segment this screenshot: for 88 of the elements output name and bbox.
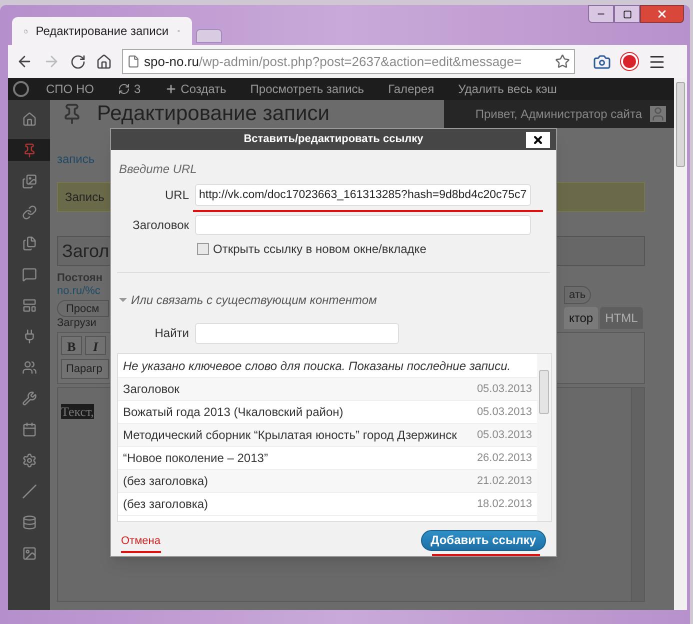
link-icon xyxy=(22,204,36,220)
section-label: Введите URL xyxy=(119,161,198,178)
pages-icon xyxy=(22,236,36,250)
result-date: 05.03.2013 xyxy=(476,428,532,443)
close-button[interactable] xyxy=(640,5,684,23)
search-field[interactable] xyxy=(195,322,399,344)
result-row[interactable]: (без заголовка) 21.02.2013 xyxy=(118,470,537,493)
close-button[interactable] xyxy=(526,132,550,148)
cancel-link[interactable]: Отмена xyxy=(121,532,161,550)
star-icon[interactable] xyxy=(555,54,570,69)
format-button[interactable]: B xyxy=(61,336,82,355)
back-arrow-icon[interactable] xyxy=(16,53,33,70)
result-date: 18.02.2013 xyxy=(476,496,532,512)
upload-label: Загрузи xyxy=(57,317,98,329)
page-heading: Редактирование записи xyxy=(97,101,330,128)
result-title: “Новое поколение – 2013” xyxy=(123,450,268,467)
checkbox[interactable] xyxy=(197,242,209,255)
stop-sign-icon[interactable] xyxy=(621,53,638,70)
page-scrollbar[interactable] xyxy=(674,78,687,610)
sidebar-item[interactable] xyxy=(8,139,50,161)
notice-text: Запись xyxy=(65,189,104,206)
admin-bar-link[interactable]: Просмотреть запись xyxy=(238,78,376,100)
plus-icon xyxy=(164,83,177,95)
close-icon xyxy=(656,8,668,20)
address-text: spo-no.ru/wp-admin/post.php?post=2637&action=edit&message= xyxy=(144,52,522,71)
update-button[interactable]: ать xyxy=(564,286,591,304)
url-field[interactable]: http://vk.com/doc17023663_161313285?hash=9d8bd4c20c75c7 xyxy=(195,184,531,206)
search-label: Найти xyxy=(154,325,189,342)
add-link-button[interactable]: Добавить ссылку xyxy=(420,530,546,551)
result-row[interactable]: Методический сборник “Крылатая юность” город Дзержинск 05.03.2013 xyxy=(118,424,537,447)
refresh-icon xyxy=(118,83,130,95)
annotation-underline xyxy=(121,551,161,554)
speech-bubble-icon xyxy=(22,266,36,282)
admin-bar-link[interactable]: Удалить весь кэш xyxy=(446,78,569,100)
result-title: (без заголовка) xyxy=(123,472,208,490)
result-date: 26.02.2013 xyxy=(476,450,532,466)
browser-tab[interactable]: Редактирование записи xyxy=(12,17,192,45)
calendar-icon xyxy=(22,422,36,436)
updates-button[interactable]: 3 xyxy=(106,78,153,100)
database-icon xyxy=(22,514,36,530)
dialog-title: Вставить/редактировать ссылку xyxy=(244,132,424,148)
home-icon xyxy=(22,112,36,126)
maximize-button[interactable] xyxy=(614,5,640,23)
result-title: Вожатый года 2013 (Чкаловский район) xyxy=(123,404,344,421)
image-icon xyxy=(22,546,36,560)
existing-content-toggle[interactable]: Или связать с существующим контентом xyxy=(119,290,377,309)
title-field[interactable] xyxy=(195,214,531,235)
new-tab-button[interactable] xyxy=(196,29,222,43)
slash-icon xyxy=(22,484,36,498)
layout-icon xyxy=(22,298,36,312)
pushpin-icon xyxy=(22,142,36,158)
editor-tab[interactable]: ктор xyxy=(564,307,598,329)
close-icon xyxy=(532,134,544,146)
avatar-icon xyxy=(650,106,666,122)
admin-bar-link[interactable]: Галерея xyxy=(376,78,446,100)
permalink-label: Постоян xyxy=(57,272,104,285)
users-icon xyxy=(22,360,36,374)
selected-text: Текст, xyxy=(61,404,94,419)
tab-title: Редактирование записи xyxy=(36,23,169,40)
preview-button[interactable]: Просм xyxy=(57,300,109,317)
result-title: Заголовок xyxy=(123,380,180,398)
format-select[interactable]: Парагр xyxy=(61,359,109,379)
new-button[interactable]: Создать xyxy=(152,78,238,100)
wrench-icon xyxy=(22,390,36,406)
admin-bar-link[interactable]: СПО НО xyxy=(34,78,106,100)
result-date: 21.02.2013 xyxy=(476,474,532,489)
editor-tab[interactable]: HTML xyxy=(600,307,643,329)
settings-icon xyxy=(22,452,36,468)
home-icon[interactable] xyxy=(96,54,112,70)
title-label: Заголовок xyxy=(132,216,189,234)
scrollbar-thumb[interactable] xyxy=(539,370,549,414)
page-icon xyxy=(127,55,140,68)
address-field[interactable]: spo-no.ru/wp-admin/post.php?post=2637&action=edit&message= xyxy=(122,49,575,74)
result-date: 05.03.2013 xyxy=(476,382,532,397)
result-title: Методический сборник “Крылатая юность” город Дзержинск xyxy=(123,426,457,444)
checkbox-label[interactable]: Открыть ссылку в новом окне/вкладке xyxy=(213,240,426,258)
reload-icon[interactable] xyxy=(70,54,86,70)
format-button[interactable]: I xyxy=(85,336,106,355)
maximize-icon xyxy=(622,10,632,18)
results-scrollbar[interactable] xyxy=(537,354,551,521)
url-label: URL xyxy=(164,187,189,204)
images-icon xyxy=(22,174,36,188)
greeting-text[interactable]: Привет, Администратор сайта xyxy=(475,105,642,123)
result-date: 05.03.2013 xyxy=(476,404,532,420)
scrollbar-thumb[interactable] xyxy=(676,82,685,167)
result-title: (без заголовка) xyxy=(123,496,208,513)
camera-icon[interactable] xyxy=(593,52,611,70)
result-row[interactable]: Заголовок 05.03.2013 xyxy=(118,378,537,401)
